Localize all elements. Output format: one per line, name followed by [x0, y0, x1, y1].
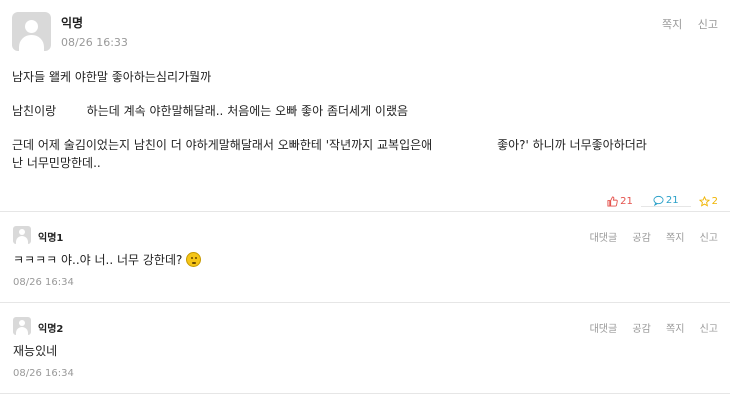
post-content: 남자들 왤케 야한말 좋아하는심리가뭘까 남친이랑 하는데 계속 야한말해달래.…	[12, 69, 718, 171]
message-button[interactable]: 쪽지	[666, 233, 684, 244]
comment-time: 08/26 16:34	[13, 368, 74, 379]
comment-actions: 대댓글 공감 쪽지 신고	[578, 229, 718, 244]
like-count[interactable]: 21	[607, 195, 633, 207]
thumbs-up-icon	[607, 195, 618, 207]
post-line-1: 남자들 왤케 야한말 좋아하는심리가뭘까	[12, 70, 212, 84]
star-icon	[698, 195, 710, 207]
avatar	[12, 12, 51, 51]
reply-button[interactable]: 대댓글	[590, 233, 618, 244]
report-button[interactable]: 신고	[700, 233, 718, 244]
empathy-button[interactable]: 공감	[632, 324, 650, 335]
avatar-head	[19, 229, 25, 235]
avatar-body	[16, 327, 28, 335]
post-line-3: 근데 어제 술김이었는지 남친이 더 야하게말해달래서 오빠한테 '작년까지 교…	[12, 138, 647, 152]
comment-time: 08/26 16:34	[13, 277, 74, 288]
comment-count[interactable]: 21	[640, 195, 691, 207]
avatar-head	[25, 20, 38, 33]
report-button[interactable]: 신고	[698, 18, 718, 31]
avatar-body	[16, 236, 28, 244]
comment-author: 익명1	[38, 233, 64, 244]
comment-text: 재능있네	[13, 344, 58, 358]
post: 익명 08/26 16:33 쪽지 신고 남자들 왤케 야한말 좋아하는심리가뭘…	[0, 0, 730, 212]
post-author: 익명	[61, 16, 84, 30]
grimacing-face-icon	[186, 252, 202, 267]
comment-text-row: 재능있네	[13, 342, 57, 359]
post-actions: 쪽지 신고	[650, 16, 718, 32]
speech-bubble-icon	[653, 195, 664, 206]
avatar	[13, 317, 31, 335]
scrap-count-value: 2	[711, 195, 718, 207]
comment-item: 익명1 대댓글 공감 쪽지 신고 ㅋㅋㅋㅋ 야..야 너.. 너무 강한데? 0…	[0, 212, 730, 303]
page: 익명 08/26 16:33 쪽지 신고 남자들 왤케 야한말 좋아하는심리가뭘…	[0, 0, 730, 407]
post-line-2: 남친이랑 하는데 계속 야한말해달래.. 처음에는 오빠 좋아 좀더세게 이랬음	[12, 104, 409, 118]
avatar-head	[19, 320, 25, 326]
post-line-4: 난 너무민망한데..	[12, 156, 101, 170]
comment-text-row: ㅋㅋㅋㅋ 야..야 너.. 너무 강한데?	[13, 251, 202, 268]
empathy-button[interactable]: 공감	[632, 233, 650, 244]
comment-item: 익명2 대댓글 공감 쪽지 신고 재능있네 08/26 16:34	[0, 303, 730, 394]
comment-actions: 대댓글 공감 쪽지 신고	[578, 320, 718, 335]
post-datetime: 08/26 16:33	[61, 36, 128, 49]
reply-button[interactable]: 대댓글	[590, 324, 618, 335]
report-button[interactable]: 신고	[700, 324, 718, 335]
avatar	[13, 226, 31, 244]
avatar-body	[19, 35, 44, 51]
comment-author: 익명2	[38, 324, 64, 335]
post-stats: 21 21 2	[607, 195, 718, 207]
post-header: 익명 08/26 16:33 쪽지 신고	[12, 12, 718, 54]
like-count-value: 21	[620, 195, 633, 207]
comment-count-value: 21	[665, 195, 679, 206]
message-button[interactable]: 쪽지	[666, 324, 684, 335]
comment-text: ㅋㅋㅋㅋ 야..야 너.. 너무 강한데?	[13, 253, 183, 267]
scrap-count[interactable]: 2	[698, 195, 718, 207]
message-button[interactable]: 쪽지	[662, 18, 682, 31]
